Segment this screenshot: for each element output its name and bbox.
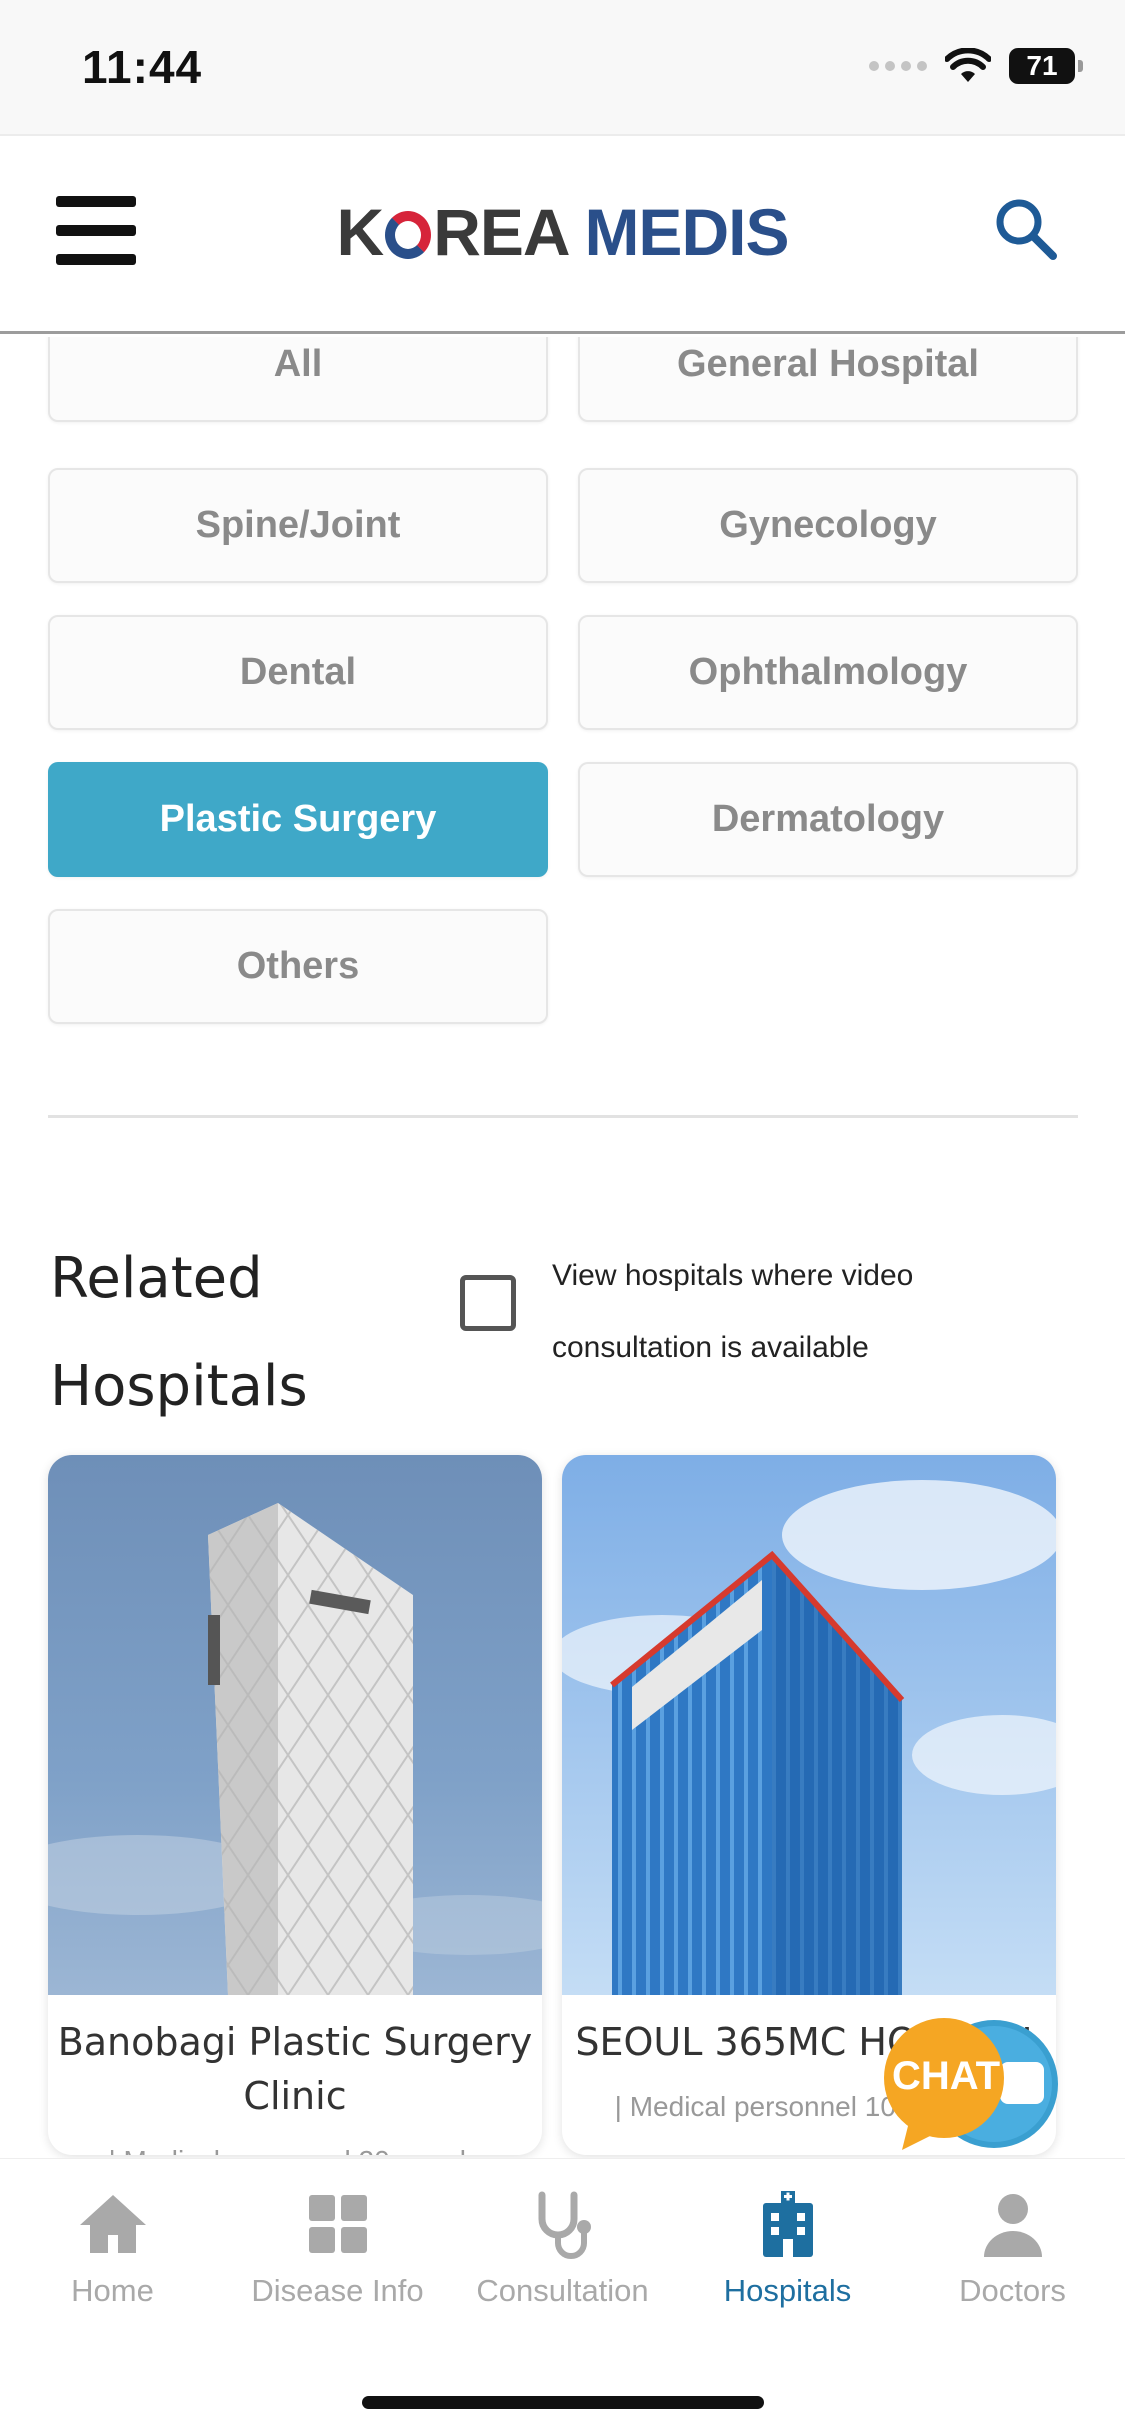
nav-home[interactable]: Home <box>0 2189 225 2309</box>
category-dermatology[interactable]: Dermatology <box>578 762 1078 877</box>
bottom-nav: Home Disease Info Consultation Hospitals… <box>0 2158 1125 2436</box>
nav-label: Home <box>71 2273 154 2308</box>
nav-consultation[interactable]: Consultation <box>450 2189 675 2309</box>
nav-disease-info[interactable]: Disease Info <box>225 2189 450 2309</box>
logo-emblem-icon <box>385 211 432 259</box>
section-divider <box>48 1115 1078 1118</box>
category-others[interactable]: Others <box>48 909 548 1024</box>
category-dental[interactable]: Dental <box>48 615 548 730</box>
cellular-signal-icon <box>869 61 927 71</box>
home-icon <box>79 2195 146 2253</box>
app-header: K REA MEDIS <box>0 134 1125 334</box>
related-hospitals-title: Related Hospitals <box>50 1246 308 1419</box>
nav-label: Consultation <box>476 2273 649 2308</box>
chat-button[interactable]: CHAT <box>882 2018 1062 2158</box>
status-bar: 11:44 71 <box>0 0 1125 134</box>
category-ophthalmology[interactable]: Ophthalmology <box>578 615 1078 730</box>
category-general-hospital[interactable]: General Hospital <box>578 337 1078 422</box>
wifi-icon <box>945 48 991 82</box>
hospital-card[interactable]: Banobagi Plastic Surgery Clinic | Medica… <box>48 1455 542 2155</box>
status-indicators: 71 <box>869 48 1083 84</box>
hospital-staff-count: | Medical personnel 20 people <box>48 2145 542 2155</box>
logo-medis: MEDIS <box>584 195 789 269</box>
search-icon[interactable] <box>991 194 1061 264</box>
category-spine-joint[interactable]: Spine/Joint <box>48 468 548 583</box>
chat-label: CHAT <box>891 2054 1001 2098</box>
logo-korea: K REA <box>336 195 569 269</box>
hospital-image <box>562 1455 1056 1995</box>
hospital-image <box>48 1455 542 1995</box>
home-indicator[interactable] <box>362 2396 764 2409</box>
category-plastic-surgery[interactable]: Plastic Surgery <box>48 762 548 877</box>
category-all[interactable]: All <box>48 337 548 422</box>
nav-label: Hospitals <box>723 2273 852 2308</box>
status-time: 11:44 <box>82 41 203 93</box>
app-logo[interactable]: K REA MEDIS <box>0 194 1125 270</box>
video-consultation-label[interactable]: View hospitals where video consultation … <box>552 1240 1052 1384</box>
video-consultation-checkbox[interactable] <box>460 1275 516 1331</box>
category-gynecology[interactable]: Gynecology <box>578 468 1078 583</box>
battery-icon: 71 <box>1009 48 1083 84</box>
nav-label: Disease Info <box>251 2273 424 2308</box>
hospital-name: Banobagi Plastic Surgery Clinic <box>57 2020 533 2118</box>
grid-icon <box>308 2195 367 2253</box>
hospital-icon <box>762 2191 813 2257</box>
category-filter: All General Hospital Spine/Joint Gynecol… <box>0 337 1125 1117</box>
nav-label: Doctors <box>959 2273 1066 2308</box>
stethoscope-icon <box>538 2191 591 2259</box>
nav-doctors[interactable]: Doctors <box>900 2189 1125 2309</box>
nav-hospitals[interactable]: Hospitals <box>675 2189 900 2309</box>
doctor-icon <box>983 2194 1042 2257</box>
